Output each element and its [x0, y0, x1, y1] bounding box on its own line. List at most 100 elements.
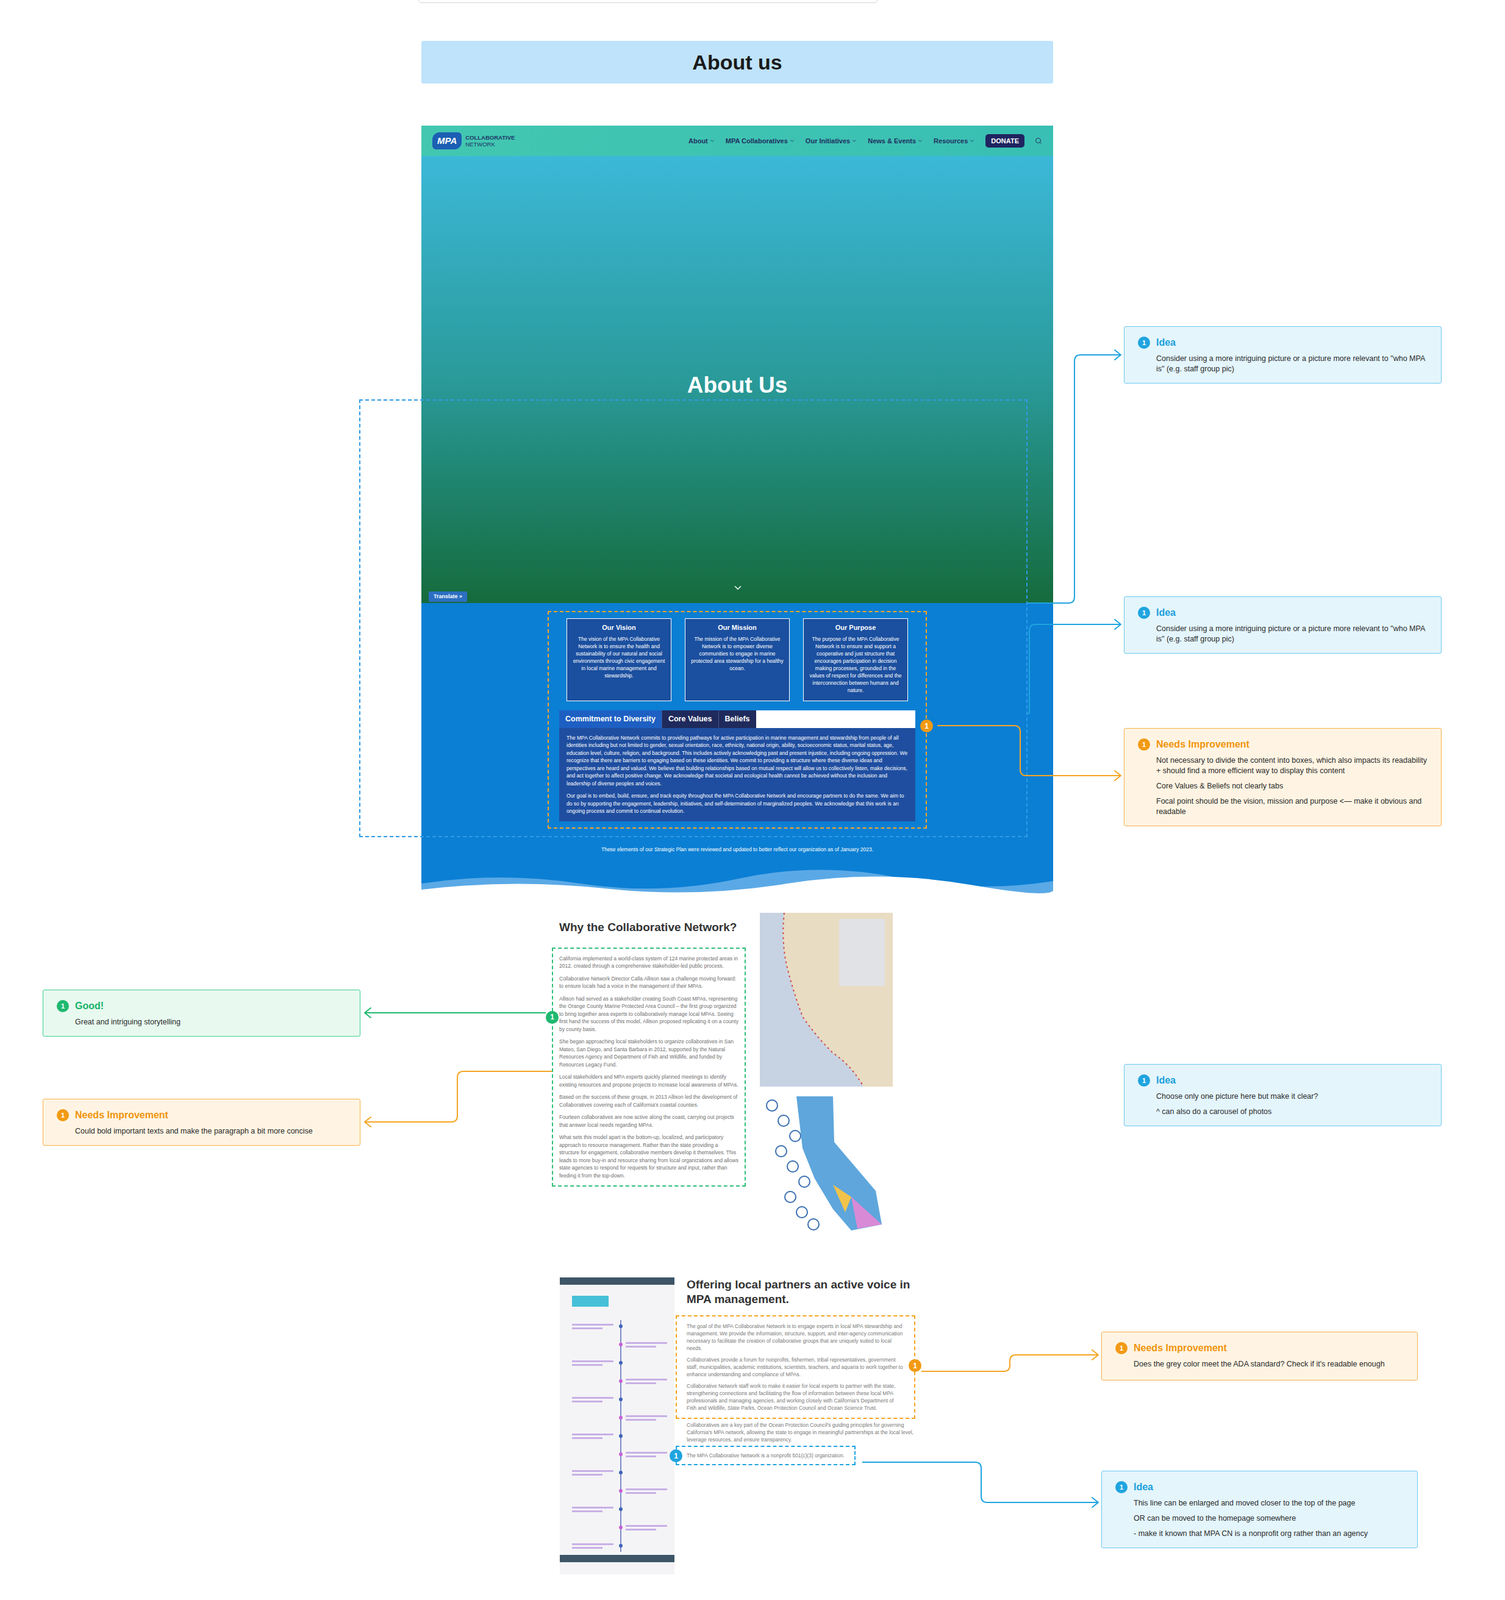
annotation-callout: 1Needs Improvement Could bold important t…: [42, 1098, 361, 1146]
callout-line: Core Values & Beliefs not clearly tabs: [1156, 781, 1428, 792]
callout-body: Great and intriguing storytelling: [56, 1017, 347, 1028]
chevron-down-icon: [917, 137, 924, 144]
annotation-callout: 1 Idea Consider using a more intriguing pi…: [1123, 596, 1442, 654]
annotation-callout: 1Idea Choose only one picture here but ma…: [1123, 1064, 1442, 1127]
callout-body: Choose only one picture here but make it…: [1137, 1091, 1428, 1118]
callout-body: Does the grey color meet the ADA standar…: [1115, 1359, 1404, 1370]
logo-text: COLLABORATIVENETWORK: [465, 134, 515, 148]
statement-card: Our VisionThe vision of the MPA Collabor…: [566, 618, 672, 702]
annotation-frame: [359, 399, 1028, 838]
chevron-down-icon: [851, 137, 858, 144]
callout-line: OR can be moved to the homepage somewher…: [1133, 1513, 1404, 1524]
tab[interactable]: Commitment to Diversity: [559, 710, 662, 729]
tab-panel: The MPA Collaborative Network commits to…: [559, 728, 916, 822]
callout-badge: 1: [56, 1000, 69, 1013]
callout-title: Idea: [1156, 335, 1176, 351]
callout-line: ^ can also do a carousel of photos: [1156, 1106, 1428, 1118]
callout-title: Needs Improvement: [75, 1108, 169, 1123]
translate-button[interactable]: Translate »: [428, 591, 468, 603]
chevron-down-icon: [709, 137, 716, 144]
callout-title: Idea: [1133, 1479, 1154, 1495]
logo-mark: MPA: [432, 132, 462, 151]
chevron-down-icon: [789, 137, 796, 144]
annotation-callout: 1 Idea This line can be enlarged and moved…: [1101, 1470, 1418, 1549]
callout-header: 1 Idea: [1115, 1479, 1404, 1495]
annotation-pin[interactable]: 1: [908, 1359, 922, 1373]
coast-map-image: [759, 912, 893, 1087]
callout-line: Focal point should be the vision, missio…: [1156, 796, 1428, 818]
nav-item[interactable]: About: [688, 135, 716, 147]
scroll-down-icon[interactable]: [732, 582, 744, 594]
annotation-callout: 1 Needs Improvement Does the grey color me…: [1101, 1331, 1418, 1381]
callout-body: Not necessary to divide the content into…: [1137, 755, 1428, 818]
why-text-column: Why the Collaborative Network? 1Californi…: [551, 912, 746, 1243]
nav-item[interactable]: News & Events: [867, 135, 924, 147]
callout-badge: 1: [1115, 1342, 1128, 1355]
offering-section: Offering local partners an active voice …: [421, 1277, 1054, 1575]
callout-line: Could bold important texts and make the …: [75, 1126, 347, 1137]
statement-card: Our MissionThe mission of the MPA Collab…: [684, 618, 790, 702]
callout-body: This line can be enlarged and moved clos…: [1115, 1498, 1404, 1540]
vision-group: 1Our VisionThe vision of the MPA Collabo…: [547, 611, 927, 829]
strategic-plan-note: These elements of our Strategic Plan wer…: [601, 845, 874, 854]
annotation-callout: 1 Idea Consider using a more intriguing pi…: [1123, 326, 1442, 384]
tabs-box: Commitment to DiversityCore ValuesBelief…: [559, 710, 916, 822]
offering-body: 1The goal of the MPA Collaborative Netwo…: [675, 1315, 916, 1420]
nav-menu: About MPA Collaboratives Our Initiatives Ne…: [688, 134, 1043, 149]
offering-heading: Offering local partners an active voice …: [675, 1277, 920, 1307]
callout-header: 1Needs Improvement: [56, 1108, 347, 1123]
callout-badge: 1: [1137, 336, 1151, 349]
timeline-image: [559, 1277, 675, 1575]
nav-item[interactable]: MPA Collaboratives: [725, 135, 796, 147]
annotation-callout: 1 Needs Improvement Not necessary to divid…: [1123, 728, 1442, 827]
annotation-pin[interactable]: 1: [669, 1449, 683, 1463]
offering-text-column: Offering local partners an active voice …: [675, 1277, 920, 1575]
callout-line: Choose only one picture here but make it…: [1156, 1091, 1428, 1102]
callout-title: Needs Improvement: [1156, 737, 1250, 752]
why-heading: Why the Collaborative Network?: [559, 918, 746, 937]
callout-badge: 1: [1115, 1481, 1128, 1494]
hero-photo: About Us Translate »: [421, 156, 1054, 604]
callout-header: 1Idea: [1137, 1073, 1428, 1088]
tab-bar: Commitment to DiversityCore ValuesBelief…: [559, 710, 916, 729]
annotation-pin[interactable]: 1: [920, 719, 934, 733]
annotation-pin[interactable]: 1: [545, 1011, 559, 1024]
callout-badge: 1: [1137, 1074, 1151, 1087]
previous-frame-edge: [418, 0, 878, 4]
callout-header: 1 Needs Improvement: [1137, 737, 1428, 752]
collaboratives-map-image: [759, 1093, 893, 1243]
callout-badge: 1: [1137, 738, 1151, 751]
callout-header: 1 Idea: [1137, 605, 1428, 621]
why-story: 1California implemented a world-class sy…: [551, 947, 746, 1188]
search-icon[interactable]: [1034, 137, 1043, 145]
nav-item[interactable]: Our Initiatives: [805, 135, 858, 147]
callout-badge: 1: [1137, 606, 1151, 619]
callout-header: 1 Needs Improvement: [1115, 1340, 1404, 1356]
wave-divider: [421, 865, 1054, 896]
cards-row: Our VisionThe vision of the MPA Collabor…: [566, 618, 909, 702]
page-column: About us MPACOLLABORATIVENETWORK About MPA …: [421, 0, 1054, 1575]
callout-line: Consider using a more intriguing picture…: [1156, 353, 1428, 375]
callout-body: Consider using a more intriguing picture…: [1137, 623, 1428, 645]
callout-line: Does the grey color meet the ADA standar…: [1133, 1359, 1404, 1370]
site-nav: MPACOLLABORATIVENETWORK About MPA Collabor…: [421, 125, 1054, 157]
donate-button[interactable]: DONATE: [985, 134, 1025, 149]
section-header: About us: [421, 40, 1054, 84]
callout-line: Consider using a more intriguing picture…: [1156, 623, 1428, 645]
callout-header: 1Good!: [56, 998, 347, 1014]
tab[interactable]: Core Values: [661, 710, 719, 729]
callout-line: Not necessary to divide the content into…: [1156, 755, 1428, 777]
nav-item[interactable]: Resources: [933, 135, 976, 147]
nonprofit-note: 1The MPA Collaborative Network is a nonp…: [675, 1445, 856, 1466]
hero-title: About Us: [421, 368, 1054, 403]
tab[interactable]: Beliefs: [718, 710, 757, 729]
callout-title: Needs Improvement: [1133, 1340, 1227, 1356]
website-mock: MPACOLLABORATIVENETWORK About MPA Collabor…: [421, 125, 1054, 896]
callout-title: Idea: [1156, 605, 1176, 621]
callout-line: Great and intriguing storytelling: [75, 1017, 347, 1028]
callout-line: This line can be enlarged and moved clos…: [1133, 1498, 1404, 1509]
site-logo[interactable]: MPACOLLABORATIVENETWORK: [432, 132, 515, 151]
annotation-callout: 1Good! Great and intriguing storytelling: [42, 989, 361, 1037]
why-section: Why the Collaborative Network? 1Californi…: [421, 912, 1054, 1243]
offering-extra-paragraph: Collaboratives are a key part of the Oce…: [675, 1421, 916, 1444]
